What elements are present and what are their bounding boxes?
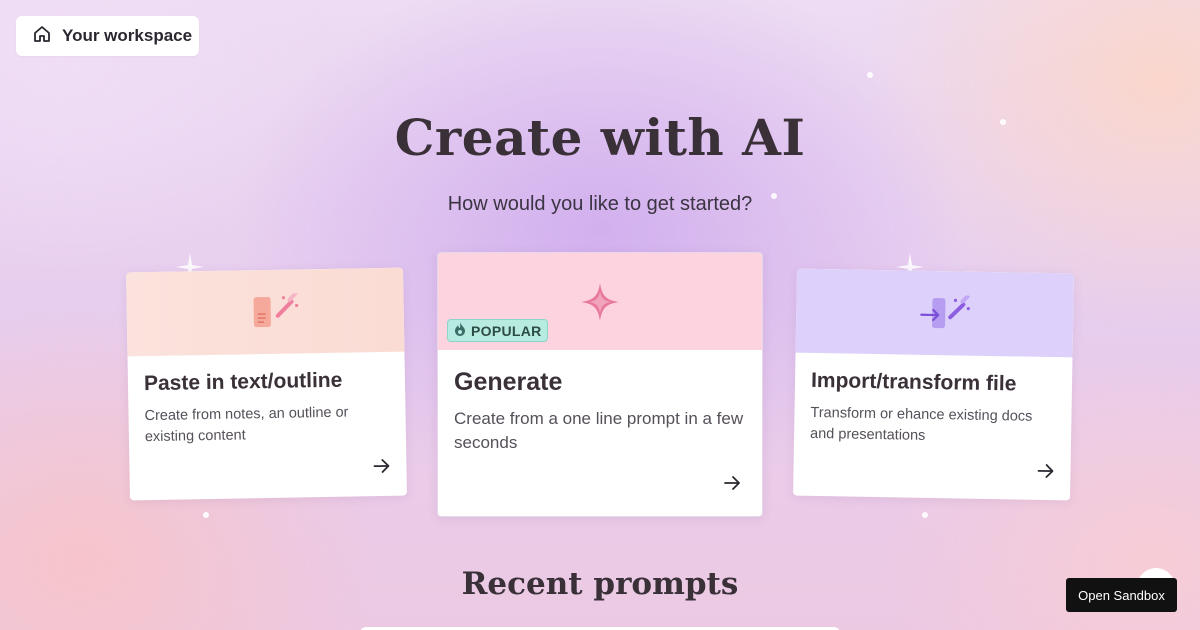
import-file-option-card[interactable]: Import/transform file Transform or ehanc… <box>793 268 1074 501</box>
card-description: Create from a one line prompt in a few s… <box>454 409 744 452</box>
card-title: Import/transform file <box>810 368 1017 396</box>
workspace-label: Your workspace <box>62 26 193 45</box>
generate-option-card[interactable]: POPULAR Generate Create from a one line … <box>437 252 763 517</box>
popular-badge: POPULAR <box>447 319 548 342</box>
arrow-right-icon <box>371 456 391 476</box>
arrow-right-icon <box>1035 461 1055 481</box>
sparkle-icon <box>581 283 619 326</box>
card-title: Generate <box>454 368 563 396</box>
document-wand-icon <box>251 291 300 335</box>
arrow-right-icon <box>722 473 742 493</box>
import-wand-icon <box>920 294 971 337</box>
page-title: Create with AI <box>394 108 806 167</box>
home-icon <box>32 24 52 49</box>
open-sandbox-button[interactable]: Open Sandbox <box>1066 578 1177 612</box>
decorative-sparkle <box>203 512 209 518</box>
workspace-button[interactable]: Your workspace <box>16 16 199 56</box>
card-banner <box>126 267 405 357</box>
recent-prompts-heading: Recent prompts <box>461 566 739 602</box>
badge-label: POPULAR <box>471 322 542 339</box>
card-description: Transform or ehance existing docs and pr… <box>809 404 1033 444</box>
fire-icon <box>454 322 466 339</box>
card-banner <box>795 268 1074 358</box>
card-banner: POPULAR <box>438 253 762 350</box>
paste-text-option-card[interactable]: Paste in text/outline Create from notes,… <box>126 267 407 501</box>
decorative-sparkle <box>922 512 928 518</box>
decorative-sparkle <box>867 72 873 78</box>
card-description: Create from notes, an outline or existin… <box>144 404 349 446</box>
page-subtitle: How would you like to get started? <box>447 193 753 215</box>
card-title: Paste in text/outline <box>143 368 343 396</box>
